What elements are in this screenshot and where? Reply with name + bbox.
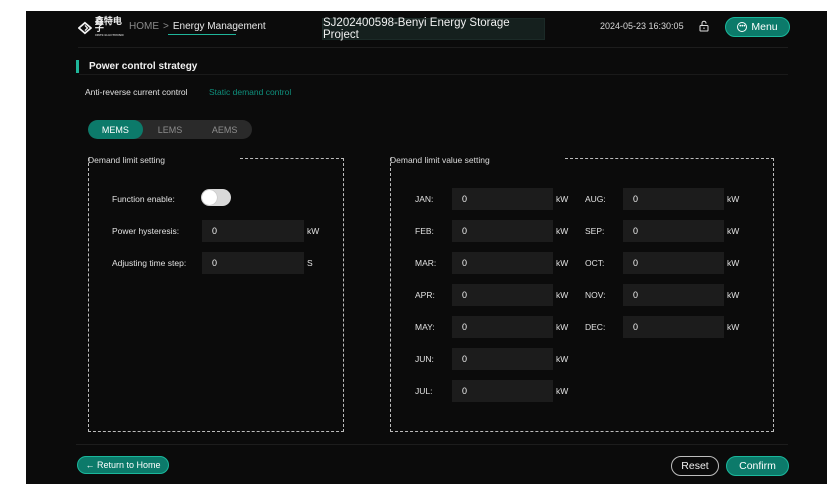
month-label-jan: JAN:: [415, 194, 434, 204]
menu-button[interactable]: ••• Menu: [725, 17, 790, 37]
month-unit-nov: kW: [727, 290, 740, 300]
month-input-feb[interactable]: 0: [452, 220, 553, 242]
breadcrumb-home[interactable]: HOME: [129, 21, 159, 32]
confirm-button[interactable]: Confirm: [726, 456, 789, 476]
section-title: Power control strategy: [89, 61, 198, 72]
month-unit-jun: kW: [556, 354, 569, 364]
month-input-jan[interactable]: 0: [452, 188, 553, 210]
logo-title: 鑫特电子: [94, 15, 122, 33]
adjusting-time-step-label: Adjusting time step:: [112, 258, 187, 268]
month-unit-sep: kW: [727, 226, 740, 236]
tab-anti-reverse-current-control[interactable]: Anti-reverse current control: [85, 87, 188, 97]
tab-static-demand-control[interactable]: Static demand control: [209, 87, 291, 97]
month-input-jun[interactable]: 0: [452, 348, 553, 370]
month-label-feb: FEB:: [415, 226, 434, 236]
month-input-oct[interactable]: 0: [623, 252, 724, 274]
month-label-jul: JUL:: [415, 386, 433, 396]
logo-mark-icon: [78, 21, 92, 35]
menu-circle-icon: •••: [737, 22, 748, 32]
breadcrumb-current[interactable]: Energy Management: [173, 21, 266, 32]
month-input-aug[interactable]: 0: [623, 188, 724, 210]
header-divider: [78, 47, 788, 48]
return-to-home-button[interactable]: ← Return to Home: [77, 456, 169, 474]
breadcrumb-separator: >: [163, 21, 169, 32]
unlock-icon[interactable]: [698, 20, 710, 32]
mode-selector: MEMS LEMS AEMS: [88, 120, 252, 139]
datetime-display: 2024-05-23 16:30:05: [600, 21, 684, 31]
menu-label: Menu: [751, 21, 778, 33]
mode-mems[interactable]: MEMS: [88, 120, 143, 139]
month-unit-oct: kW: [727, 258, 740, 268]
month-label-may: MAY:: [415, 322, 435, 332]
function-enable-toggle[interactable]: [201, 189, 231, 206]
month-input-sep[interactable]: 0: [623, 220, 724, 242]
month-input-nov[interactable]: 0: [623, 284, 724, 306]
month-input-dec[interactable]: 0: [623, 316, 724, 338]
logo-subtitle: XINTE ELECTRONIC: [94, 32, 125, 37]
power-hysteresis-unit: kW: [307, 226, 320, 236]
mode-aems[interactable]: AEMS: [197, 120, 252, 139]
month-label-apr: APR:: [415, 290, 435, 300]
month-label-nov: NOV:: [585, 290, 606, 300]
month-unit-jan: kW: [556, 194, 569, 204]
mode-lems[interactable]: LEMS: [143, 120, 198, 139]
month-unit-aug: kW: [727, 194, 740, 204]
company-logo: 鑫特电子 XINTE ELECTRONIC: [78, 15, 126, 39]
month-label-sep: SEP:: [585, 226, 605, 236]
project-title: SJ202400598-Benyi Energy Storage Project: [322, 17, 545, 41]
month-input-jul[interactable]: 0: [452, 380, 553, 402]
month-label-jun: JUN:: [415, 354, 434, 364]
month-label-oct: OCT:: [585, 258, 605, 268]
month-unit-mar: kW: [556, 258, 569, 268]
section-divider: [79, 74, 788, 75]
month-input-mar[interactable]: 0: [452, 252, 553, 274]
month-unit-may: kW: [556, 322, 569, 332]
section-accent-bar: [76, 60, 79, 73]
month-unit-feb: kW: [556, 226, 569, 236]
power-hysteresis-input[interactable]: 0: [202, 220, 304, 242]
adjusting-time-step-unit: S: [307, 258, 313, 268]
month-label-dec: DEC:: [585, 322, 606, 332]
adjusting-time-step-input[interactable]: 0: [202, 252, 304, 274]
month-unit-jul: kW: [556, 386, 569, 396]
month-unit-dec: kW: [727, 322, 740, 332]
month-unit-apr: kW: [556, 290, 569, 300]
function-enable-label: Function enable:: [112, 194, 175, 204]
month-label-aug: AUG:: [585, 194, 606, 204]
breadcrumb-underline: [168, 34, 236, 35]
toggle-knob: [202, 190, 217, 205]
footer-divider: [76, 444, 788, 445]
month-label-mar: MAR:: [415, 258, 437, 268]
app-window: 鑫特电子 XINTE ELECTRONIC HOME > Energy Mana…: [26, 11, 827, 484]
logo-text: 鑫特电子 XINTE ELECTRONIC: [94, 15, 126, 39]
month-input-may[interactable]: 0: [452, 316, 553, 338]
power-hysteresis-label: Power hysteresis:: [112, 226, 180, 236]
month-input-apr[interactable]: 0: [452, 284, 553, 306]
breadcrumb: HOME > Energy Management: [129, 21, 266, 32]
reset-button[interactable]: Reset: [671, 456, 719, 476]
